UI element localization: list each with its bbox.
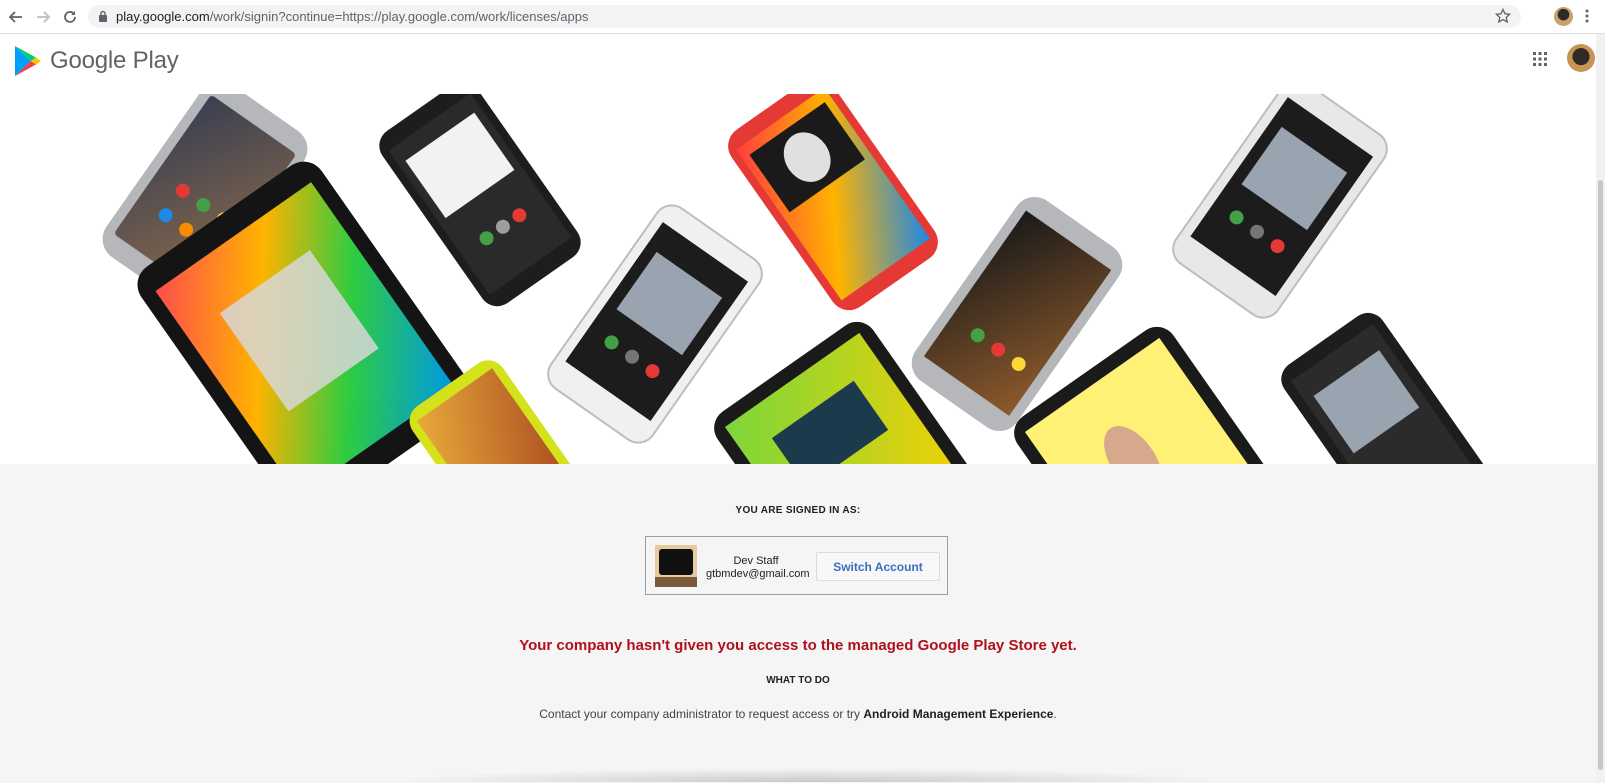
browser-profile-avatar[interactable] xyxy=(1554,7,1573,26)
what-to-do-heading: WHAT TO DO xyxy=(766,675,830,686)
play-triangle-icon xyxy=(15,46,41,76)
play-header: Google Play xyxy=(0,34,1605,94)
forward-button[interactable] xyxy=(33,7,53,27)
contact-suffix: . xyxy=(1053,707,1057,721)
url-host: play.google.com xyxy=(116,9,210,24)
browser-menu-icon[interactable] xyxy=(1585,9,1589,23)
device-phone-bottom-right xyxy=(1281,312,1486,464)
account-email: gtbmdev@gmail.com xyxy=(706,568,810,580)
url-path: /work/signin?continue=https://play.googl… xyxy=(209,9,589,24)
lock-icon xyxy=(99,10,107,22)
browser-toolbar: play.google.com/work/signin?continue=htt… xyxy=(0,0,1605,34)
forward-arrow-icon xyxy=(37,11,50,23)
back-button[interactable] xyxy=(6,7,26,27)
bottom-shadow xyxy=(380,768,1240,782)
account-card-avatar xyxy=(655,545,697,587)
signed-in-label: YOU ARE SIGNED IN AS: xyxy=(735,505,861,516)
reload-icon xyxy=(64,11,76,23)
devices-illustration xyxy=(102,94,1486,464)
contact-instructions: Contact your company administrator to re… xyxy=(0,707,1596,721)
account-name: Dev Staff xyxy=(733,555,779,567)
logo-text: Google Play xyxy=(50,47,179,74)
back-arrow-icon xyxy=(9,11,22,23)
reload-button[interactable] xyxy=(60,7,80,27)
url-text: play.google.com/work/signin?continue=htt… xyxy=(116,9,589,24)
devices-hero-banner xyxy=(0,94,1596,464)
google-play-logo[interactable]: Google Play xyxy=(14,45,179,77)
access-error-message: Your company hasn't given you access to … xyxy=(519,637,1077,654)
device-phone-samsung-white xyxy=(1172,94,1388,319)
account-identity: Dev Staff gtbmdev@gmail.com xyxy=(706,555,810,581)
account-avatar[interactable] xyxy=(1567,44,1595,72)
android-management-experience-link[interactable]: Android Management Experience xyxy=(863,707,1053,721)
switch-account-button[interactable]: Switch Account xyxy=(816,552,940,581)
account-card: Dev Staff gtbmdev@gmail.com Switch Accou… xyxy=(645,536,948,595)
address-bar[interactable]: play.google.com/work/signin?continue=htt… xyxy=(88,5,1521,28)
contact-text: Contact your company administrator to re… xyxy=(539,707,864,721)
device-phone-nexus-black xyxy=(379,94,581,307)
bookmark-star-icon[interactable] xyxy=(1495,8,1511,24)
scrollbar-thumb[interactable] xyxy=(1598,180,1603,770)
apps-grid-icon[interactable] xyxy=(1533,52,1547,66)
